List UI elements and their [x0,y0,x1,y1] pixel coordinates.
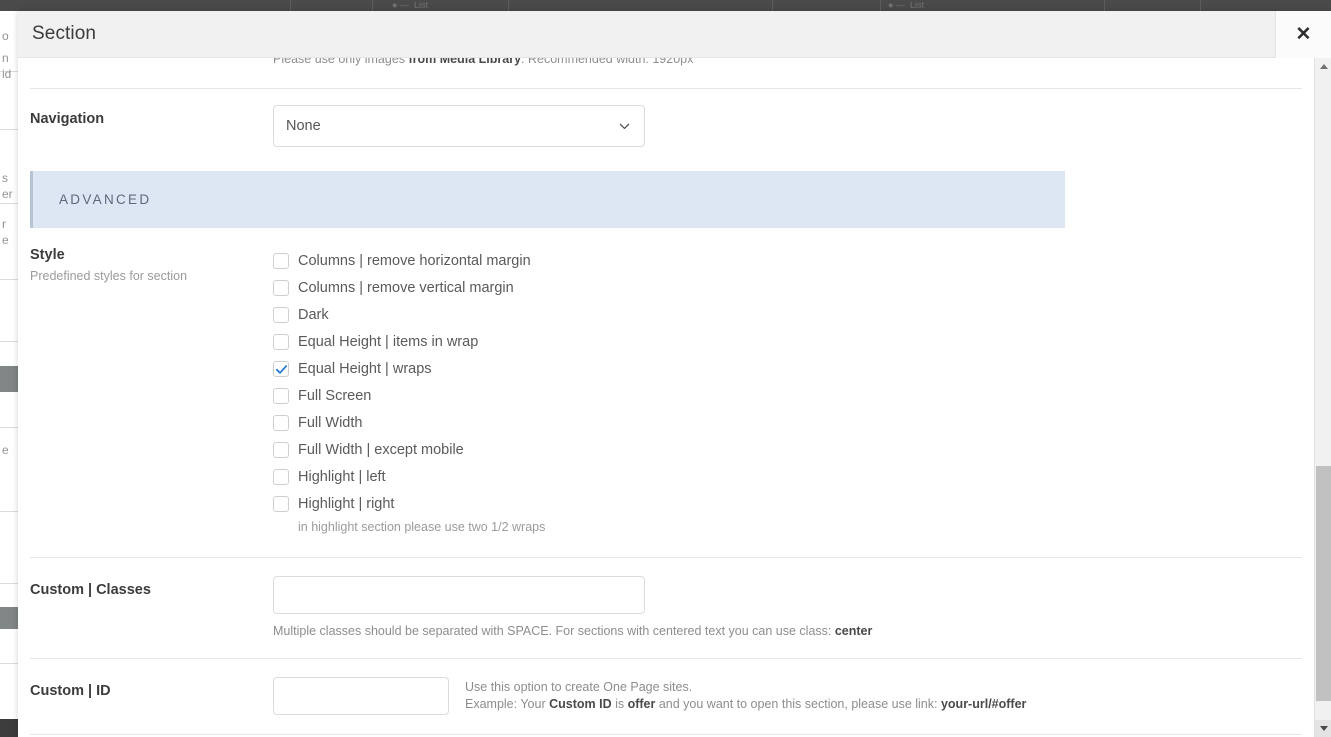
media-library-help-row: Please use only images from Media Librar… [18,58,1314,88]
checkbox-unchecked-icon[interactable] [273,279,289,296]
custom-classes-help-bold: center [834,624,873,638]
checkbox-checked-icon[interactable] [273,360,289,377]
highlight-note: in highlight section please use two 1/2 … [298,520,546,534]
checkbox-unchecked-icon[interactable] [273,333,289,350]
custom-id-help-line2: Example: Your Custom ID is offer and you… [465,696,1026,713]
custom-classes-field: Custom | Classes Multiple classes should… [18,558,1314,640]
background-top-ghost-label: ● — List [392,0,428,10]
media-help-bold: from Media Library [408,58,522,66]
scroll-down-arrow-icon[interactable] [1315,720,1331,737]
style-checkbox-label[interactable]: Highlight | left [298,469,386,485]
custom-classes-help: Multiple classes should be separated wit… [273,623,1302,640]
advanced-section-banner: ADVANCED [30,171,1065,228]
style-checkbox-item[interactable]: Full Width | except mobile [273,436,1302,463]
style-checkbox-label[interactable]: Full Screen [298,388,371,404]
custom-id-field: Custom | ID Use this option to create On… [18,659,1314,715]
media-library-help-text: Please use only images from Media Librar… [273,58,693,68]
style-checkbox-label[interactable]: Full Width | except mobile [298,442,464,458]
style-field: Style Predefined styles for section Colu… [18,228,1314,535]
custom-classes-input[interactable] [273,576,645,614]
modal-header: Section ✕ [18,11,1331,58]
scrollbar-thumb[interactable] [1316,466,1331,701]
style-checkbox-label[interactable]: Columns | remove vertical margin [298,280,514,296]
cid-h2a: Example: Your [465,697,550,711]
checkbox-unchecked-icon[interactable] [273,414,289,431]
style-label-col: Style Predefined styles for section [30,245,273,283]
cid-h2d: offer [627,697,656,711]
navigation-control: None [273,105,1302,147]
custom-id-control: Use this option to create One Page sites… [273,677,1302,715]
checkbox-unchecked-icon[interactable] [273,306,289,323]
style-checkbox-label[interactable]: Full Width [298,415,362,431]
navigation-select-wrap: None [273,105,645,147]
style-control: Columns | remove horizontal margin Column… [273,245,1302,535]
style-checkbox-label[interactable]: Equal Height | wraps [298,361,432,377]
background-left-column: o n id s er r e e [0,11,18,719]
modal-title: Section [32,23,97,44]
custom-id-help: Use this option to create One Page sites… [465,677,1026,713]
checkbox-unchecked-icon[interactable] [273,441,289,458]
custom-id-help-line1: Use this option to create One Page sites… [465,680,693,694]
media-help-prefix: Please use only images [273,58,409,66]
navigation-label: Navigation [30,111,105,127]
close-icon[interactable]: ✕ [1275,11,1331,58]
style-checkbox-item[interactable]: Columns | remove horizontal margin [273,247,1302,274]
style-checkbox-item[interactable]: Full Screen [273,382,1302,409]
custom-id-label: Custom | ID [30,683,111,699]
background-top-bar: ● — List ● — List [0,0,1331,11]
scroll-up-arrow-icon[interactable] [1315,58,1331,75]
navigation-label-col: Navigation [30,105,273,127]
checkbox-unchecked-icon[interactable] [273,387,289,404]
style-checkbox-item[interactable]: Full Width [273,409,1302,436]
navigation-field: Navigation None [18,89,1314,147]
style-checkbox-item[interactable]: Equal Height | items in wrap [273,328,1302,355]
cid-h2c: is [611,697,628,711]
background-top-ghost-label-2: ● — List [888,0,924,10]
modal-scrollbar[interactable] [1314,58,1331,737]
style-checkbox-item[interactable]: Highlight | left [273,463,1302,490]
style-checkbox-list: Columns | remove horizontal margin Column… [273,245,1302,517]
style-sublabel: Predefined styles for section [30,269,188,283]
style-checkbox-label[interactable]: Dark [298,307,329,323]
style-label: Style [30,247,65,263]
custom-classes-label-col: Custom | Classes [30,576,273,598]
checkbox-unchecked-icon[interactable] [273,495,289,512]
custom-classes-label: Custom | Classes [30,582,151,598]
modal-body: Please use only images from Media Librar… [18,58,1331,737]
style-checkbox-item[interactable]: Equal Height | wraps [273,355,1302,382]
checkbox-unchecked-icon[interactable] [273,252,289,269]
style-checkbox-label[interactable]: Equal Height | items in wrap [298,334,478,350]
style-checkbox-item[interactable]: Dark [273,301,1302,328]
style-checkbox-label[interactable]: Columns | remove horizontal margin [298,253,531,269]
advanced-banner-label: ADVANCED [59,192,152,207]
settings-form: Please use only images from Media Librar… [18,58,1314,737]
cid-h2b: Custom ID [549,697,612,711]
custom-id-label-col: Custom | ID [30,677,273,699]
media-help-suffix: . Recommended width: 1920px [521,58,694,66]
section-settings-modal: Section ✕ Please use only images from Me… [18,11,1331,737]
style-checkbox-item[interactable]: Highlight | right [273,490,1302,517]
cid-h2e: and you want to open this section, pleas… [655,697,941,711]
style-checkbox-label[interactable]: Highlight | right [298,496,394,512]
cid-h2f: your-url/#offer [940,697,1027,711]
custom-classes-control: Multiple classes should be separated wit… [273,576,1302,640]
checkbox-unchecked-icon[interactable] [273,468,289,485]
style-checkbox-item[interactable]: Columns | remove vertical margin [273,274,1302,301]
custom-classes-help-prefix: Multiple classes should be separated wit… [273,624,835,638]
custom-id-input[interactable] [273,677,449,715]
navigation-select[interactable]: None [273,105,645,147]
